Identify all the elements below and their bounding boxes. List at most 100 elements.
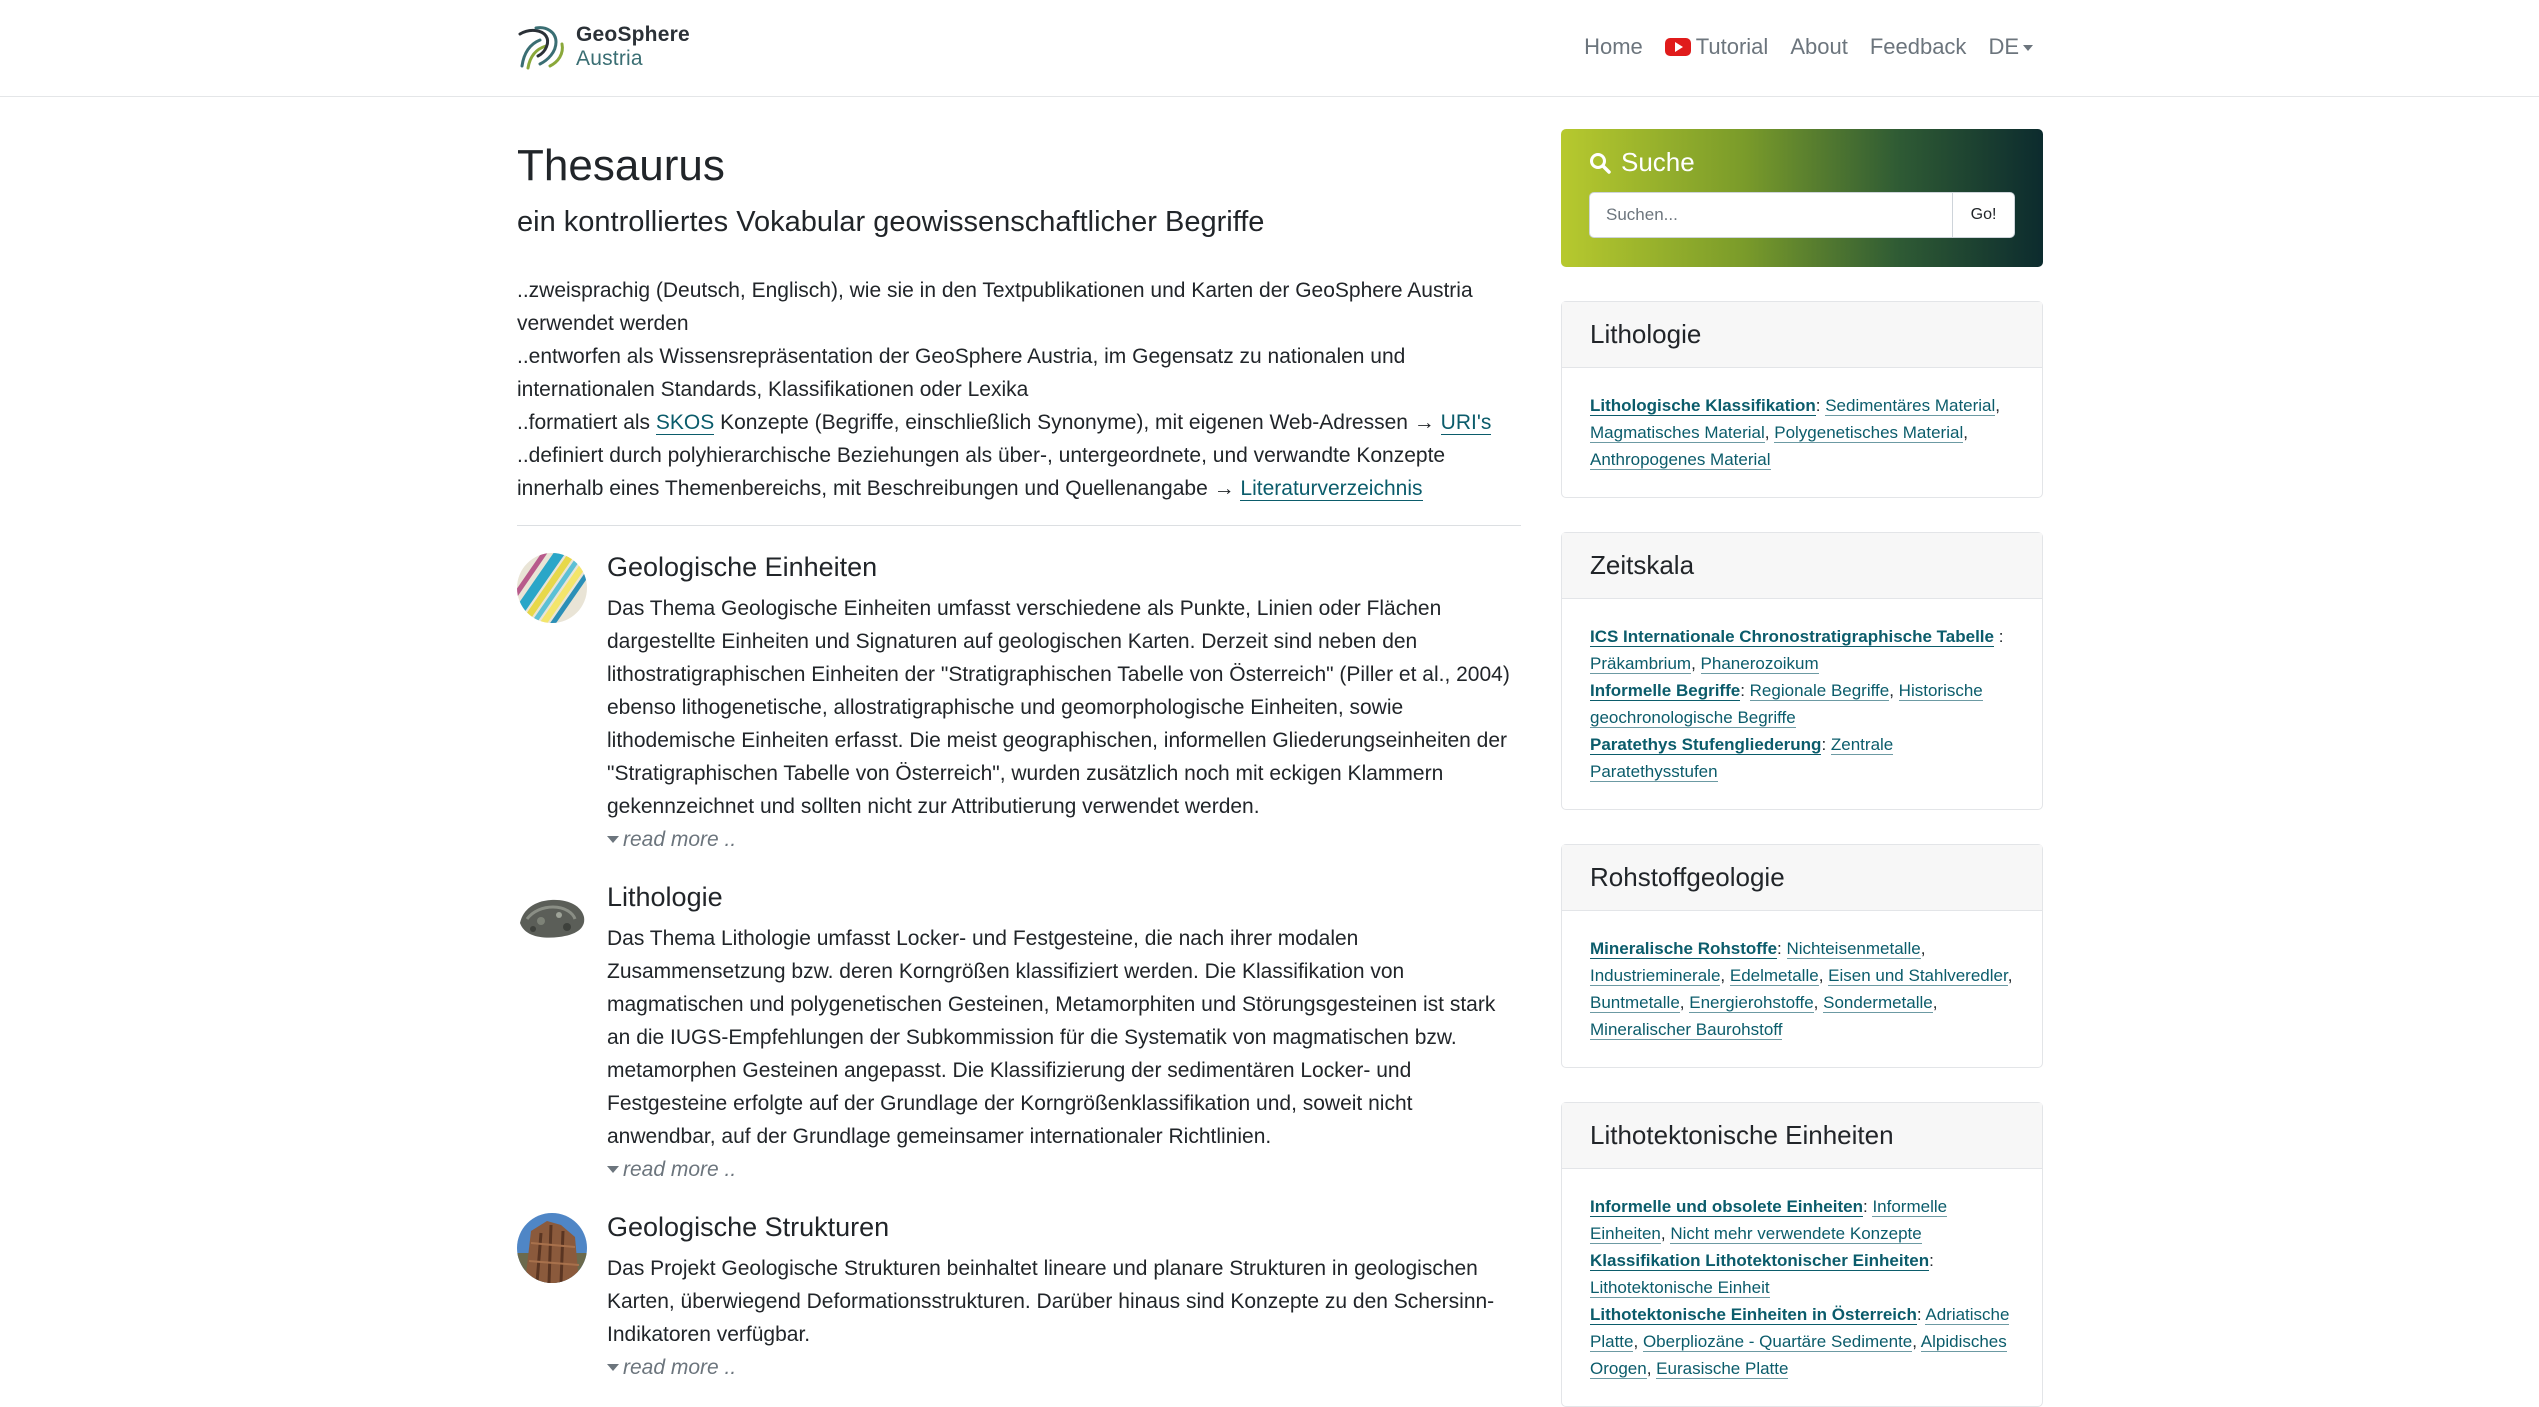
skos-link[interactable]: SKOS [655, 411, 715, 435]
concept-link[interactable]: Energierohstoffe [1689, 993, 1814, 1013]
concept-link[interactable]: Mineralischer Baurohstoff [1590, 1020, 1783, 1040]
search-go-button[interactable]: Go! [1953, 192, 2015, 238]
rock-structure-icon [517, 1213, 587, 1283]
topic-description: Das Projekt Geologische Strukturen beinh… [607, 1257, 1495, 1346]
topic-description: Das Thema Lithologie umfasst Locker- und… [607, 927, 1496, 1148]
main-content: Thesaurus ein kontrolliertes Vokabular g… [517, 140, 1521, 1384]
topic-title[interactable]: Lithologie [607, 880, 1521, 914]
lithologie-thumbnail[interactable] [517, 883, 587, 953]
card-lithologie: Lithologie Lithologische Klassifikation:… [1561, 301, 2043, 498]
youtube-icon [1664, 38, 1691, 56]
nav-feedback-link[interactable]: Feedback [1870, 34, 1967, 60]
caret-down-icon [2023, 45, 2033, 52]
intro-line-1: ..zweisprachig (Deutsch, Englisch), wie … [517, 279, 1473, 335]
concept-link[interactable]: Buntmetalle [1590, 993, 1680, 1013]
concept-link[interactable]: Nichteisenmetalle [1786, 939, 1921, 959]
intro-line-3: ..formatiert als SKOS Konzepte (Begriffe… [517, 406, 1521, 439]
read-more-toggle[interactable]: read more .. [607, 823, 1521, 856]
topic-geologische-einheiten: Geologische Einheiten Das Thema Geologis… [517, 550, 1521, 856]
concept-link[interactable]: Eurasische Platte [1656, 1359, 1789, 1379]
navbar: GeoSphere Austria Home Tutorial About Fe… [0, 0, 2539, 97]
category-link[interactable]: Mineralische Rohstoffe [1590, 939, 1778, 959]
intro-text: ..zweisprachig (Deutsch, Englisch), wie … [517, 274, 1521, 505]
card-body: Informelle und obsolete Einheiten: Infor… [1590, 1197, 2010, 1379]
concept-link[interactable]: Präkambrium [1590, 654, 1692, 674]
intro-line-3-mid: Konzepte (Begriffe, einschließlich Synon… [714, 411, 1441, 434]
nav-tutorial-label: Tutorial [1695, 34, 1769, 59]
concept-link[interactable]: Sondermetalle [1823, 993, 1933, 1013]
nav-home-link[interactable]: Home [1584, 34, 1643, 60]
language-dropdown[interactable]: DE [1988, 34, 2033, 60]
brand-line1: GeoSphere [576, 23, 690, 46]
concept-link[interactable]: Anthropogenes Material [1590, 450, 1771, 470]
geologic-map-icon [517, 553, 587, 623]
geologische-einheiten-thumbnail[interactable] [517, 553, 587, 623]
intro-line-4: ..definiert durch polyhierarchische Bezi… [517, 439, 1521, 505]
intro-line-2: ..entworfen als Wissensrepräsentation de… [517, 345, 1406, 401]
geosphere-logo-icon [518, 26, 564, 70]
read-more-label: read more .. [623, 828, 737, 851]
card-body: Mineralische Rohstoffe: Nichteisenmetall… [1590, 939, 2013, 1040]
concept-link[interactable]: Eisen und Stahlveredler [1828, 966, 2008, 986]
category-link[interactable]: Klassifikation Lithotektonischer Einheit… [1590, 1251, 1930, 1271]
concept-link[interactable]: Magmatisches Material [1590, 423, 1765, 443]
caret-down-icon [607, 1364, 619, 1371]
page-subtitle: ein kontrolliertes Vokabular geowissensc… [517, 206, 1265, 238]
category-link[interactable]: Lithologische Klassifikation [1590, 396, 1816, 416]
concept-link[interactable]: Phanerozoikum [1700, 654, 1819, 674]
concept-link[interactable]: Polygenetisches Material [1774, 423, 1964, 443]
concept-link[interactable]: Nicht mehr verwendete Konzepte [1670, 1224, 1922, 1244]
language-label: DE [1988, 34, 2019, 59]
geologische-strukturen-thumbnail[interactable] [517, 1213, 587, 1283]
rock-icon [520, 899, 585, 938]
card-title: Rohstoffgeologie [1562, 845, 2042, 911]
concept-link[interactable]: Lithotektonische Einheit [1590, 1278, 1770, 1298]
read-more-label: read more .. [623, 1356, 737, 1379]
concept-link[interactable]: Oberpliozäne - Quartäre Sedimente [1642, 1332, 1913, 1352]
category-link[interactable]: Paratethys Stufengliederung [1590, 735, 1822, 755]
card-title: Lithotektonische Einheiten [1562, 1103, 2042, 1169]
concept-link[interactable]: Edelmetalle [1729, 966, 1819, 986]
card-title: Zeitskala [1562, 533, 2042, 599]
nav-tutorial-link[interactable]: Tutorial [1664, 34, 1769, 60]
divider [517, 525, 1521, 526]
search-icon [1590, 152, 1611, 174]
nav-about-link[interactable]: About [1790, 34, 1848, 60]
brand-line2: Austria [576, 47, 643, 70]
read-more-label: read more .. [623, 1158, 737, 1181]
topic-description: Das Thema Geologische Einheiten umfasst … [607, 597, 1510, 818]
card-title: Lithologie [1562, 302, 2042, 368]
category-link[interactable]: ICS Internationale Chronostratigraphisch… [1590, 627, 1994, 647]
search-input[interactable] [1589, 192, 1954, 238]
concept-link[interactable]: Regionale Begriffe [1749, 681, 1890, 701]
intro-line-3-pre: ..formatiert als [517, 411, 656, 434]
concept-link[interactable]: Industrieminerale [1590, 966, 1721, 986]
card-body: Lithologische Klassifikation: Sedimentär… [1590, 396, 2001, 470]
topic-title[interactable]: Geologische Einheiten [607, 550, 1521, 584]
search-title: Suche [1589, 147, 2015, 178]
topic-lithologie: Lithologie Das Thema Lithologie umfasst … [517, 880, 1521, 1186]
search-row: Go! [1589, 192, 2015, 238]
topic-title[interactable]: Geologische Strukturen [607, 1210, 1521, 1244]
caret-down-icon [607, 1166, 619, 1173]
uris-link[interactable]: URI's [1440, 411, 1492, 435]
card-body: ICS Internationale Chronostratigraphisch… [1590, 627, 2004, 782]
concept-link[interactable]: Sedimentäres Material [1825, 396, 1996, 416]
caret-down-icon [607, 836, 619, 843]
topic-geologische-strukturen: Geologische Strukturen Das Projekt Geolo… [517, 1210, 1521, 1384]
literaturverzeichnis-link[interactable]: Literaturverzeichnis [1240, 477, 1423, 501]
search-card: Suche Go! [1561, 129, 2043, 267]
page-title: Thesaurus [517, 141, 725, 190]
read-more-toggle[interactable]: read more .. [607, 1351, 1521, 1384]
category-link[interactable]: Lithotektonische Einheiten in Österreich [1590, 1305, 1917, 1325]
read-more-toggle[interactable]: read more .. [607, 1153, 1521, 1186]
brand-logo-link[interactable]: GeoSphere Austria [516, 22, 690, 72]
brand-text: GeoSphere Austria [576, 23, 690, 71]
card-rohstoffgeologie: Rohstoffgeologie Mineralische Rohstoffe:… [1561, 844, 2043, 1068]
nav-menu: Home Tutorial About Feedback DE [1584, 34, 2033, 60]
search-title-label: Suche [1621, 147, 1695, 177]
card-lithotektonische-einheiten: Lithotektonische Einheiten Informelle un… [1561, 1102, 2043, 1407]
card-zeitskala: Zeitskala ICS Internationale Chronostrat… [1561, 532, 2043, 810]
category-link[interactable]: Informelle und obsolete Einheiten [1590, 1197, 1863, 1217]
category-link[interactable]: Informelle Begriffe [1590, 681, 1741, 701]
